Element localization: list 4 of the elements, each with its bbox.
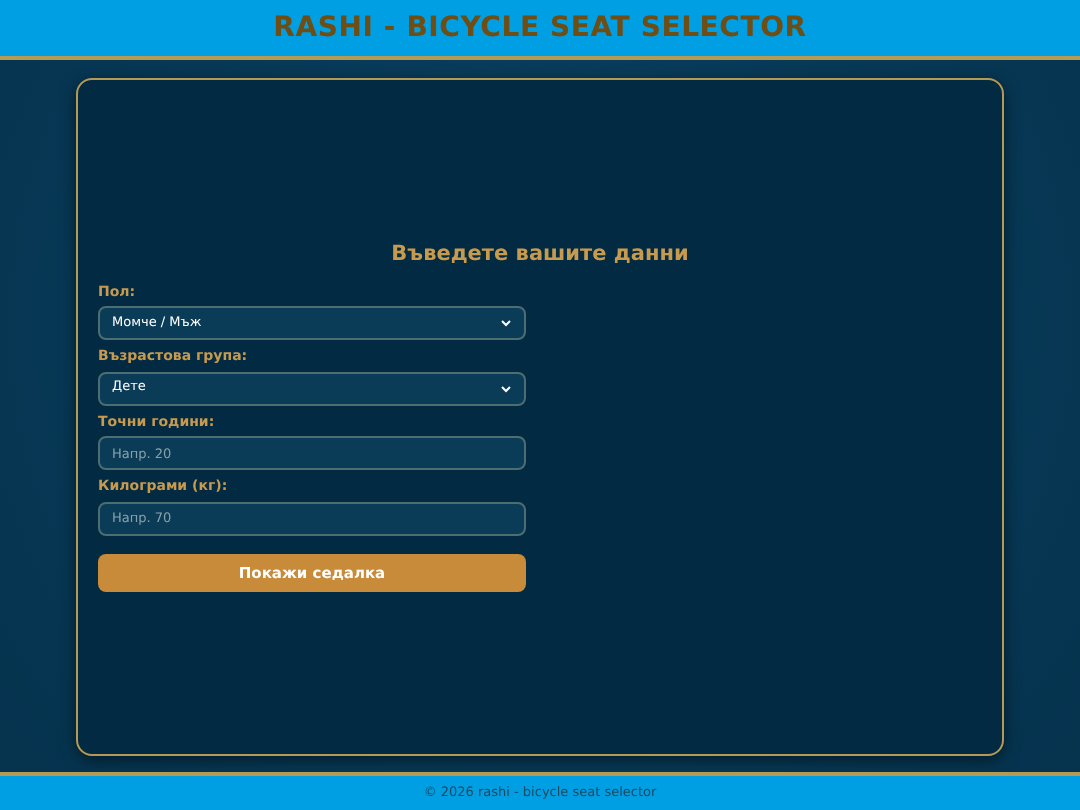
chevron-down-icon: [500, 318, 512, 329]
chevron-down-icon: [500, 383, 512, 394]
app-title: RASHI - BICYCLE SEAT SELECTOR: [273, 11, 807, 45]
form-title: Въведете вашите данни: [389, 242, 691, 268]
